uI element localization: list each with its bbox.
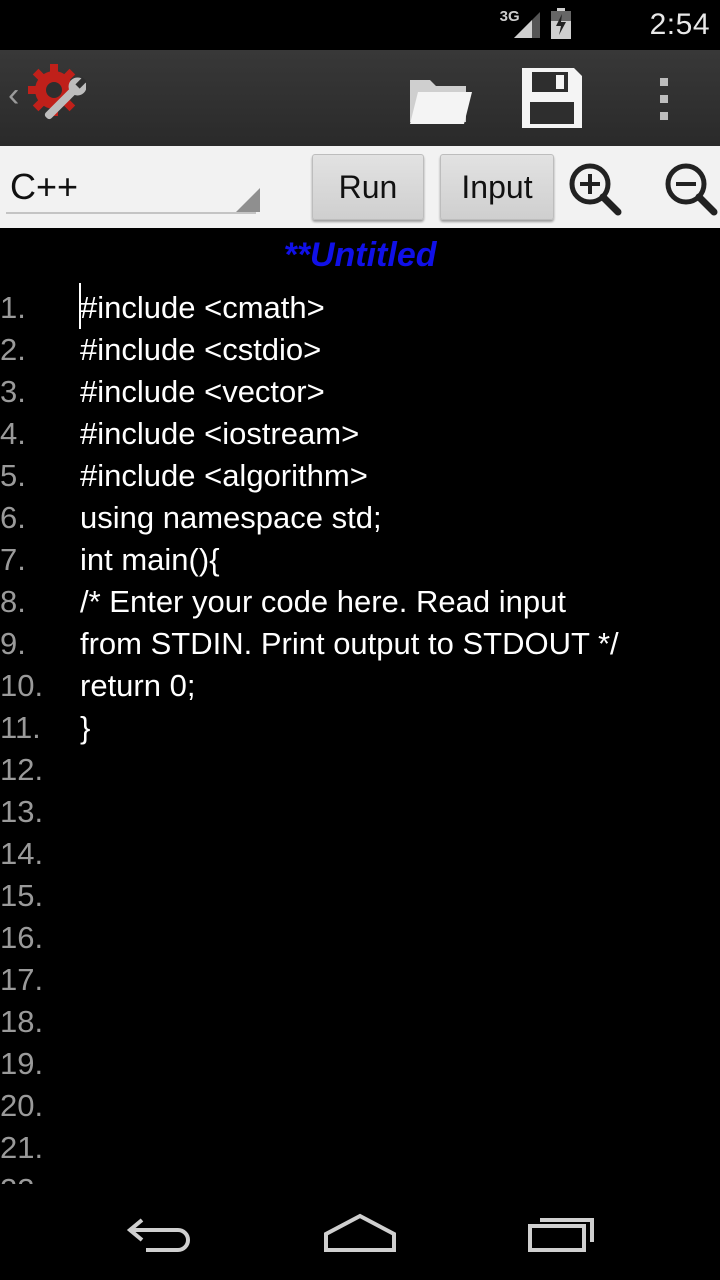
line-number: 20. [0,1088,44,1123]
status-bar: 3G 2:54 [0,0,720,50]
code-line: using namespace std; [80,500,382,535]
action-bar: ‹ [0,50,720,146]
line-number: 8. [0,584,26,619]
line-number: 10. [0,668,44,703]
line-number: 11. [0,710,41,745]
status-icons: 3G 2:54 [500,0,710,50]
code-line: return 0; [80,668,196,703]
save-floppy-icon[interactable] [518,64,586,132]
language-spinner[interactable]: C++ [6,154,260,220]
line-number: 3. [0,374,26,409]
clock: 2:54 [649,8,710,41]
line-number: 22. [0,1169,70,1184]
line-number: 14. [0,836,44,871]
run-button[interactable]: Run [312,154,424,220]
line-number: 13. [0,794,44,829]
recents-icon[interactable] [526,1212,598,1254]
file-title: **Untitled [283,236,437,274]
code-line: #include <cmath> [80,290,325,325]
code-line: #include <iostream> [80,416,360,451]
line-number: 1. [0,290,26,325]
language-value: C++ [10,166,79,207]
code-editor[interactable]: **Untitled 1. 2. 3. 4. 5. 6. 7. 8. 9. 10. 11. 12. 13… [0,228,720,1184]
battery-icon [550,8,571,39]
zoom-out-icon[interactable] [662,160,718,216]
line-number: 9. [0,626,26,661]
code-line: } [80,710,91,745]
line-number: 4. [0,416,26,451]
text-cursor [79,283,81,329]
code-line: int main(){ [80,542,220,577]
line-number: 5. [0,458,26,493]
home-icon[interactable] [322,1212,398,1254]
up-chevron-icon[interactable]: ‹ [8,76,19,115]
input-button[interactable]: Input [440,154,554,220]
line-number: 16. [0,920,44,955]
editor-toolbar: C++ Run Input [0,146,720,228]
code-line: #include <algorithm> [80,458,368,493]
code-text-area[interactable]: #include <cmath> #include <cstdio> #includ… [80,287,710,749]
line-number: 17. [0,962,44,997]
code-line: #include <cstdio> [80,332,322,367]
back-icon[interactable] [124,1214,194,1254]
signal-icon [513,12,540,38]
line-number: 21. [0,1130,44,1165]
folder-open-icon[interactable] [404,70,476,128]
overflow-menu-icon[interactable] [654,76,674,122]
line-number-gutter: 1. 2. 3. 4. 5. 6. 7. 8. 9. 10. 11. 12. 13. 14. 15. 16. 1… [0,287,70,1184]
code-line: /* Enter your code here. Read input [80,584,566,619]
spinner-underline [6,212,256,214]
line-number: 6. [0,500,26,535]
app-gear-wrench-icon[interactable] [28,62,86,132]
spinner-arrow-icon [236,188,260,212]
line-number: 18. [0,1004,44,1039]
code-line: from STDIN. Print output to STDOUT */ [80,626,619,661]
line-number: 12. [0,752,44,787]
code-line: #include <vector> [80,374,325,409]
line-number: 2. [0,332,26,367]
line-number: 19. [0,1046,44,1081]
navigation-bar [0,1184,720,1280]
line-number: 15. [0,878,44,913]
zoom-in-icon[interactable] [566,160,622,216]
line-number: 7. [0,542,26,577]
